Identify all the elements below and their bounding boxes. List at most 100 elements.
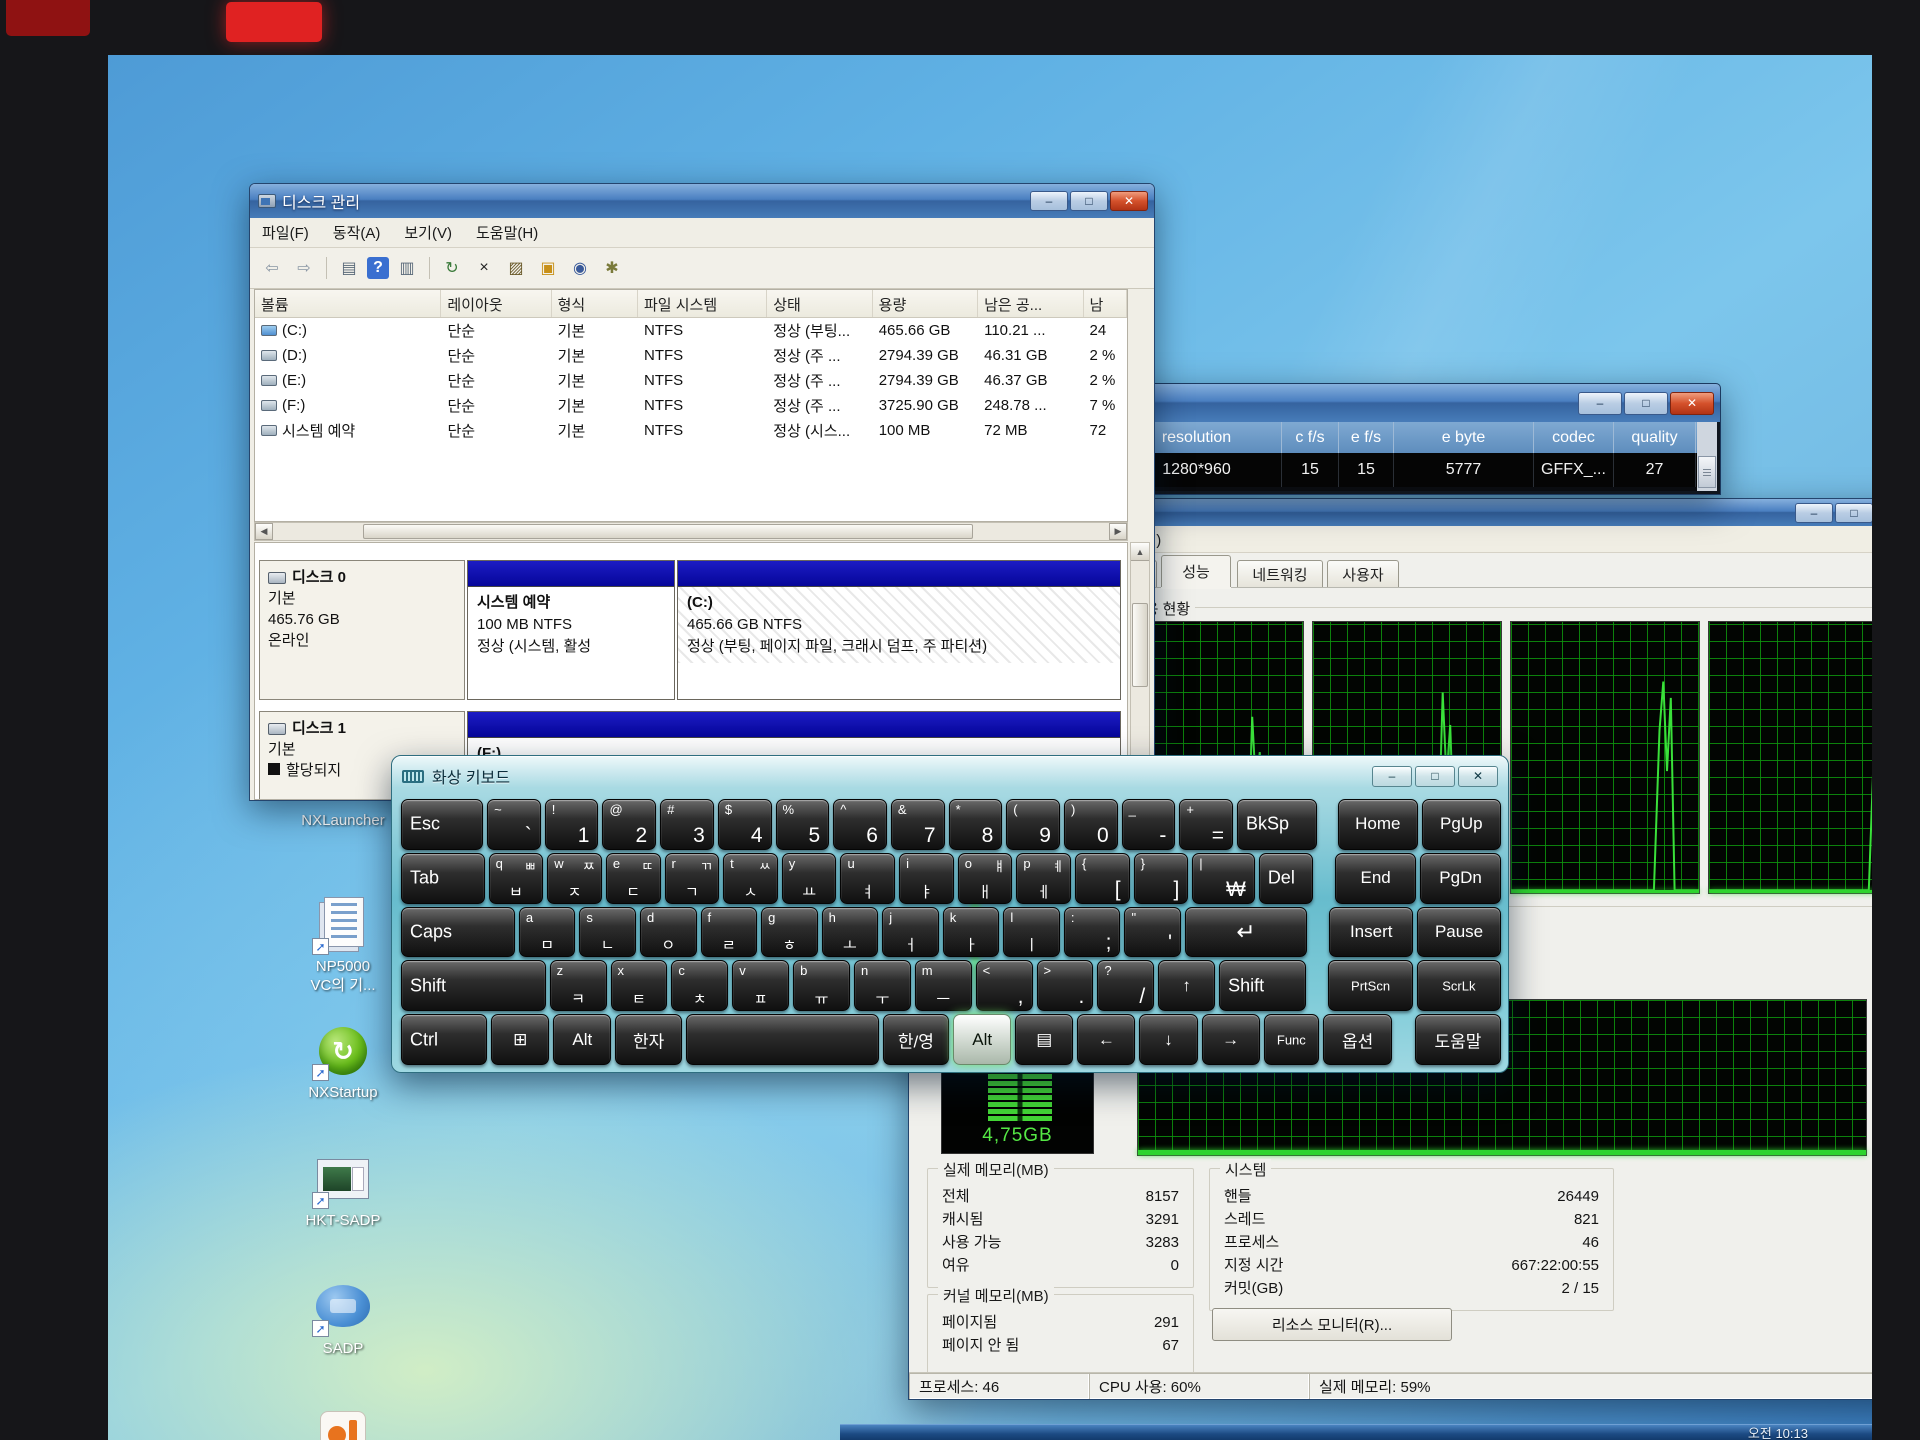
back-icon[interactable]: ⇦ xyxy=(258,255,286,281)
settings-icon[interactable]: ✱ xyxy=(598,255,626,281)
key-t[interactable]: tㅆㅅ xyxy=(723,853,778,904)
help-icon[interactable]: ? xyxy=(367,257,389,279)
key-h[interactable]: hㅗ xyxy=(822,907,879,958)
key-0[interactable]: )0 xyxy=(1064,799,1118,850)
key-End[interactable]: End xyxy=(1335,853,1416,904)
key-g[interactable]: gㅎ xyxy=(761,907,818,958)
key-][interactable]: }] xyxy=(1134,853,1189,904)
key-BkSp[interactable]: BkSp xyxy=(1237,799,1317,850)
stats-table-row[interactable]: 1280*96015155777GFFX_...27 xyxy=(1112,453,1697,487)
disk-menu-1[interactable]: 동작(A) xyxy=(321,222,393,243)
key-↓[interactable]: ↓ xyxy=(1139,1014,1197,1065)
key-o[interactable]: oㅒㅐ xyxy=(958,853,1013,904)
key-←[interactable]: ← xyxy=(1077,1014,1135,1065)
console-icon[interactable]: ▤ xyxy=(335,255,363,281)
key-PrtScn[interactable]: PrtScn xyxy=(1328,960,1412,1011)
vertical-scroll-thumb[interactable] xyxy=(1132,603,1148,687)
key-ScrLk[interactable]: ScrLk xyxy=(1417,960,1501,1011)
key-i[interactable]: iㅑ xyxy=(899,853,954,904)
keyboard-titlebar[interactable]: 화상 키보드 –□✕ xyxy=(392,756,1508,796)
key-c[interactable]: cㅊ xyxy=(671,960,728,1011)
desktop-icon-hkt-sadp[interactable]: ➚HKT-SADP xyxy=(268,1151,418,1230)
open-icon[interactable]: ▣ xyxy=(534,255,562,281)
key-9[interactable]: (9 xyxy=(1006,799,1060,850)
key-Pause[interactable]: Pause xyxy=(1417,907,1501,958)
column-header-2[interactable]: 형식 xyxy=(552,290,638,317)
disk-management-minimize-button[interactable]: – xyxy=(1030,191,1068,211)
horizontal-scrollbar[interactable]: ◀ ▶ xyxy=(254,522,1128,541)
key-한자[interactable]: 한자 xyxy=(615,1014,682,1065)
key-[[interactable]: {[ xyxy=(1075,853,1130,904)
key-,[interactable]: <, xyxy=(976,960,1033,1011)
column-header-0[interactable]: 볼륨 xyxy=(255,290,441,317)
key-Del[interactable]: Del xyxy=(1259,853,1314,904)
key-u[interactable]: uㅕ xyxy=(840,853,895,904)
volume-row[interactable]: (F:)단순기본NTFS정상 (주 ...3725.90 GB248.78 ..… xyxy=(255,393,1127,418)
key-p[interactable]: pㅖㅔ xyxy=(1016,853,1071,904)
key-n[interactable]: nㅜ xyxy=(854,960,911,1011)
disk-label-box[interactable]: 디스크 0기본465.76 GB온라인 xyxy=(259,560,465,700)
key-d[interactable]: dㅇ xyxy=(640,907,697,958)
stats-scrollbar[interactable] xyxy=(1697,422,1717,491)
key-Shift[interactable]: Shift xyxy=(401,960,546,1011)
key-b[interactable]: bㅠ xyxy=(793,960,850,1011)
key-1[interactable]: !1 xyxy=(545,799,599,850)
key-Ctrl[interactable]: Ctrl xyxy=(401,1014,487,1065)
partition-(C:)[interactable]: (C:)465.66 GB NTFS정상 (부팅, 페이지 파일, 크래시 덤프… xyxy=(677,560,1121,700)
key-y[interactable]: yㅛ xyxy=(782,853,837,904)
disk-management-window[interactable]: 디스크 관리 –□✕ 파일(F)동작(A)보기(V)도움말(H) ⇦⇨▤?▥↻×… xyxy=(249,183,1155,801)
video-stats-close-button[interactable]: ✕ xyxy=(1670,392,1714,415)
key-Tab[interactable]: Tab xyxy=(401,853,485,904)
column-header-4[interactable]: 상태 xyxy=(767,290,872,317)
on-screen-keyboard-window[interactable]: 화상 키보드 –□✕ Esc~`!1@2#3$4%5^6&7*8(9)0_-+=… xyxy=(391,755,1509,1073)
key-5[interactable]: %5 xyxy=(776,799,830,850)
stats-col-codec[interactable]: codec xyxy=(1534,422,1614,453)
key-옵션[interactable]: 옵션 xyxy=(1323,1014,1392,1065)
task-manager-minimize-button[interactable]: – xyxy=(1795,503,1833,523)
key-w[interactable]: wㅉㅈ xyxy=(547,853,602,904)
key-;[interactable]: :; xyxy=(1064,907,1121,958)
tab-성능[interactable]: 성능 xyxy=(1161,555,1231,587)
tab-네트워킹[interactable]: 네트워킹 xyxy=(1237,560,1323,587)
key-space[interactable] xyxy=(686,1014,879,1065)
key-▤[interactable]: ▤ xyxy=(1015,1014,1073,1065)
key-2[interactable]: @2 xyxy=(602,799,656,850)
video-stats-window[interactable]: –□✕ resolutionc f/se f/se bytecodecquali… xyxy=(1108,383,1721,495)
taskbar[interactable]: 오전 10:13 xyxy=(840,1424,1872,1440)
disk-management-titlebar[interactable]: 디스크 관리 –□✕ xyxy=(250,184,1154,218)
key-Caps[interactable]: Caps xyxy=(401,907,515,958)
key-f[interactable]: fㄹ xyxy=(701,907,758,958)
volume-row[interactable]: (D:)단순기본NTFS정상 (주 ...2794.39 GB46.31 GB2… xyxy=(255,343,1127,368)
key-z[interactable]: zㅋ xyxy=(550,960,607,1011)
column-header-6[interactable]: 남은 공... xyxy=(978,290,1083,317)
disk-menu-2[interactable]: 보기(V) xyxy=(392,222,464,243)
key-.[interactable]: >. xyxy=(1037,960,1094,1011)
keyboard-close-button[interactable]: ✕ xyxy=(1458,766,1498,787)
column-header-5[interactable]: 용량 xyxy=(873,290,978,317)
key-j[interactable]: jㅓ xyxy=(882,907,939,958)
key-s[interactable]: sㄴ xyxy=(579,907,636,958)
keyboard-maximize-button[interactable]: □ xyxy=(1415,766,1455,787)
key-↵[interactable]: ↵ xyxy=(1185,907,1307,958)
key-=[interactable]: += xyxy=(1179,799,1233,850)
horizontal-scroll-thumb[interactable] xyxy=(363,524,973,539)
key-e[interactable]: eㄸㄷ xyxy=(606,853,661,904)
disk-management-close-button[interactable]: ✕ xyxy=(1110,191,1148,211)
key-q[interactable]: qㅃㅂ xyxy=(489,853,544,904)
partition-시스템 예약[interactable]: 시스템 예약100 MB NTFS정상 (시스템, 활성 xyxy=(467,560,675,700)
column-header-1[interactable]: 레이아웃 xyxy=(441,290,551,317)
key-↑[interactable]: ↑ xyxy=(1158,960,1215,1011)
stats-col-c f/s[interactable]: c f/s xyxy=(1282,422,1339,453)
key-Home[interactable]: Home xyxy=(1338,799,1418,850)
console-tree-icon[interactable]: ▥ xyxy=(393,255,421,281)
key-Alt[interactable]: Alt xyxy=(553,1014,611,1065)
scroll-left-arrow[interactable]: ◀ xyxy=(255,523,273,540)
video-stats-maximize-button[interactable]: □ xyxy=(1624,392,1668,415)
search-icon[interactable]: ◉ xyxy=(566,255,594,281)
volume-row[interactable]: 시스템 예약단순기본NTFS정상 (시스...100 MB72 MB72 xyxy=(255,418,1127,443)
volume-row[interactable]: (E:)단순기본NTFS정상 (주 ...2794.39 GB46.37 GB2… xyxy=(255,368,1127,393)
stats-col-quality[interactable]: quality xyxy=(1614,422,1696,453)
key-한/영[interactable]: 한/영 xyxy=(883,1014,950,1065)
video-stats-titlebar[interactable]: –□✕ xyxy=(1109,384,1720,422)
key-v[interactable]: vㅍ xyxy=(732,960,789,1011)
